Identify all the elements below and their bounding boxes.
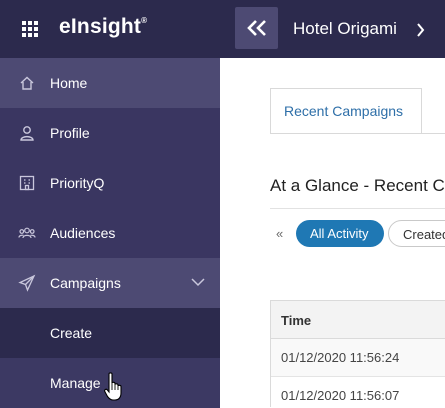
table-cell-time: 01/12/2020 11:56:07 — [281, 388, 400, 403]
table-cell-time: 01/12/2020 11:56:24 — [281, 350, 400, 365]
hotel-selector-label[interactable]: Hotel Origami — [293, 19, 397, 39]
table-row[interactable]: 01/12/2020 11:56:24 — [271, 339, 445, 377]
filter-label: All Activity — [310, 226, 369, 241]
people-icon — [18, 227, 36, 239]
sidebar-item-audiences[interactable]: Audiences — [0, 208, 220, 258]
top-bar: Hotel Origami — [220, 0, 445, 58]
filter-all-activity[interactable]: All Activity — [296, 220, 384, 247]
sidebar-item-label: Audiences — [50, 225, 116, 241]
sidebar-item-label: Campaigns — [50, 275, 121, 291]
sidebar-item-home[interactable]: Home — [0, 58, 220, 108]
sidebar-subitem-create[interactable]: Create — [0, 308, 220, 358]
building-icon — [19, 175, 35, 191]
sidebar-subitem-label: Create — [50, 325, 93, 341]
home-icon — [20, 76, 34, 90]
main-content: Recent Campaigns At a Glance - Recent C … — [220, 58, 445, 407]
sidebar-item-label: Profile — [50, 125, 90, 141]
tab-divider — [270, 133, 445, 134]
paper-plane-icon — [18, 274, 36, 292]
sidebar-item-profile[interactable]: Profile — [0, 108, 220, 158]
sidebar-subitem-label: Manage — [50, 375, 101, 391]
activity-table: Time 01/12/2020 11:56:24 01/12/2020 11:5… — [270, 300, 445, 407]
collapse-sidebar-button[interactable] — [235, 7, 278, 49]
tab-label: Recent Campaigns — [284, 103, 404, 119]
user-icon — [20, 126, 34, 141]
sidebar-item-priorityq[interactable]: PriorityQ — [0, 158, 220, 208]
chevron-down-icon[interactable] — [191, 277, 205, 287]
sidebar: eInsight® Home Profile PriorityQ Audienc… — [0, 0, 220, 408]
sidebar-item-label: PriorityQ — [50, 175, 105, 191]
table-row[interactable]: 01/12/2020 11:56:07 — [271, 377, 445, 407]
hand-cursor-icon — [104, 372, 122, 401]
sidebar-item-campaigns[interactable]: Campaigns — [0, 258, 220, 308]
table-header: Time — [271, 301, 445, 339]
chevron-right-icon[interactable] — [416, 23, 425, 37]
double-chevron-left-icon — [247, 20, 266, 36]
scroll-prev-button[interactable]: « — [276, 226, 283, 241]
divider — [270, 208, 445, 209]
section-title: At a Glance - Recent C — [270, 176, 445, 195]
column-header-time[interactable]: Time — [281, 313, 311, 328]
filter-created[interactable]: Created — [388, 220, 445, 247]
filter-label: Created — [403, 227, 445, 242]
sidebar-item-label: Home — [50, 75, 88, 91]
app-grid-icon[interactable] — [22, 21, 38, 37]
brand-bar: eInsight® — [0, 0, 220, 58]
tab-recent-campaigns[interactable]: Recent Campaigns — [270, 88, 422, 133]
brand-logo: eInsight® — [59, 15, 148, 38]
